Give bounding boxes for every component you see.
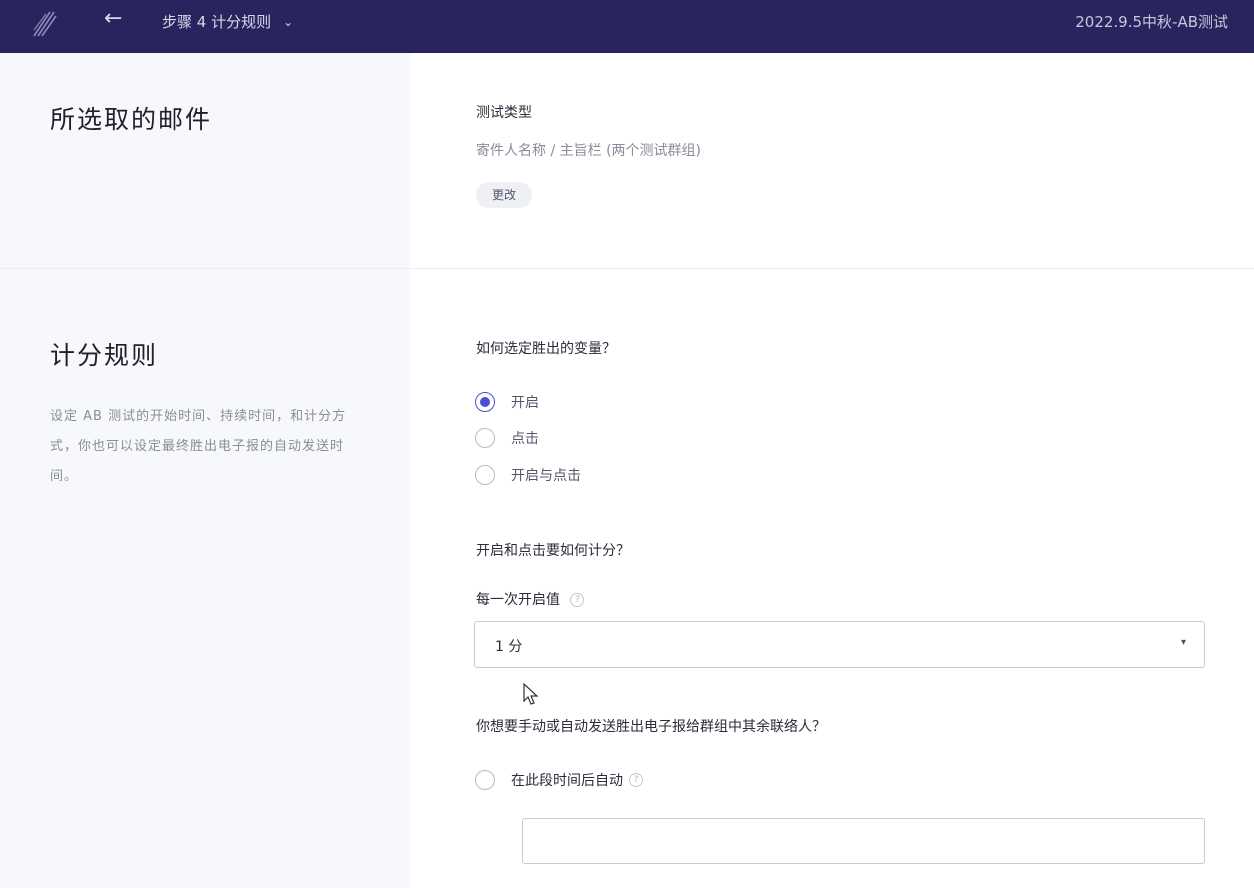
radio-label: 点击 (511, 431, 539, 447)
select-value: 1 分 (495, 639, 523, 655)
scoring-title: 计分规则 (50, 341, 159, 370)
step-label: 步骤 4 计分规则 (162, 13, 272, 31)
radio-option-open-and-click[interactable]: 开启与点击 (475, 465, 581, 485)
test-type-value: 寄件人名称 / 主旨栏 (两个测试群组) (476, 143, 701, 159)
radio-label: 开启与点击 (511, 468, 581, 484)
help-icon[interactable]: ? (570, 593, 585, 607)
section-divider (0, 268, 1254, 269)
auto-send-delay-input[interactable] (522, 818, 1205, 864)
radio-label: 开启 (511, 395, 539, 411)
edit-button[interactable]: 更改 (476, 182, 533, 208)
brand-logo-icon[interactable] (30, 8, 58, 38)
step-selector[interactable]: 步骤 4 计分规则 ⌄ (162, 11, 293, 32)
selected-email-title: 所选取的邮件 (50, 105, 213, 134)
radio-button[interactable] (475, 465, 495, 485)
radio-label: 在此段时间后自动 (511, 773, 623, 789)
per-open-label: 每一次开启值 (476, 592, 560, 608)
radio-button[interactable] (475, 392, 495, 412)
question-winner: 如何选定胜出的变量？ (476, 341, 616, 357)
test-type-label: 测试类型 (476, 105, 532, 121)
radio-option-auto-send[interactable]: 在此段时间后自动 ? (475, 770, 643, 790)
radio-button[interactable] (475, 770, 495, 790)
scoring-description: 设定 AB 测试的开始时间、持续时间，和计分方式，你也可以设定最终胜出电子报的自… (50, 409, 347, 484)
mouse-cursor-icon (523, 683, 539, 705)
caret-down-icon: ▾ (1180, 637, 1186, 648)
question-score: 开启和点击要如何计分？ (476, 543, 630, 559)
per-open-score-select[interactable]: 1 分 ▾ (474, 621, 1205, 668)
radio-button[interactable] (475, 428, 495, 448)
question-send: 你想要手动或自动发送胜出电子报给群组中其余联络人？ (476, 719, 826, 735)
per-open-label-row: 每一次开启值 ? (476, 589, 585, 609)
campaign-name: 2022.9.5中秋-AB测试 (1075, 13, 1228, 31)
radio-option-click[interactable]: 点击 (475, 428, 539, 448)
chevron-down-icon: ⌄ (283, 14, 294, 29)
back-arrow-icon[interactable]: ← (104, 6, 122, 31)
help-icon[interactable]: ? (629, 773, 643, 787)
top-bar: ← 步骤 4 计分规则 ⌄ 2022.9.5中秋-AB测试 (0, 0, 1254, 53)
radio-option-open[interactable]: 开启 (475, 392, 539, 412)
